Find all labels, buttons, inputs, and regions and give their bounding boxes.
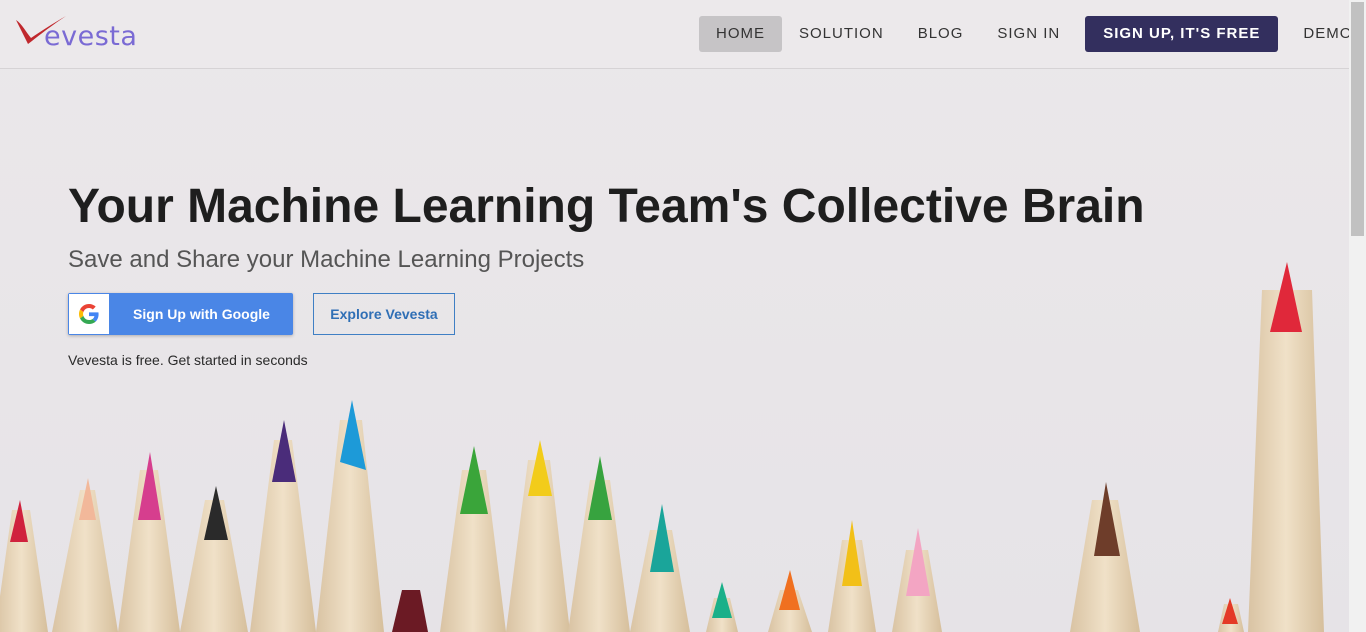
nav-demo[interactable]: DEMO <box>1286 16 1349 52</box>
scrollbar-thumb[interactable] <box>1351 2 1364 236</box>
hero-section: Your Machine Learning Team's Collective … <box>68 180 1145 368</box>
sign-up-with-google-button[interactable]: Sign Up with Google <box>68 293 293 335</box>
top-navbar: evesta HOME SOLUTION BLOG SIGN IN SIGN U… <box>0 0 1349 69</box>
logo-wordmark: evesta <box>44 21 138 52</box>
nav-sign-up-button[interactable]: SIGN UP, IT'S FREE <box>1085 16 1279 52</box>
nav-home[interactable]: HOME <box>699 16 782 52</box>
main-nav: HOME SOLUTION BLOG SIGN IN SIGN UP, IT'S… <box>699 16 1349 52</box>
page: evesta HOME SOLUTION BLOG SIGN IN SIGN U… <box>0 0 1349 632</box>
vevesta-logo[interactable]: evesta <box>14 14 146 54</box>
hero-buttons: Sign Up with Google Explore Vevesta <box>68 293 1145 335</box>
nav-blog[interactable]: BLOG <box>901 16 981 52</box>
page-scrollbar[interactable] <box>1349 0 1366 632</box>
hero-tagline: Vevesta is free. Get started in seconds <box>68 352 308 368</box>
nav-solution[interactable]: SOLUTION <box>782 16 901 52</box>
google-button-label: Sign Up with Google <box>133 306 270 322</box>
hero-subtitle: Save and Share your Machine Learning Pro… <box>68 246 585 273</box>
google-g-icon <box>69 294 109 334</box>
hero-title: Your Machine Learning Team's Collective … <box>68 180 1145 233</box>
nav-sign-in[interactable]: SIGN IN <box>980 16 1077 52</box>
explore-vevesta-button[interactable]: Explore Vevesta <box>313 293 455 335</box>
